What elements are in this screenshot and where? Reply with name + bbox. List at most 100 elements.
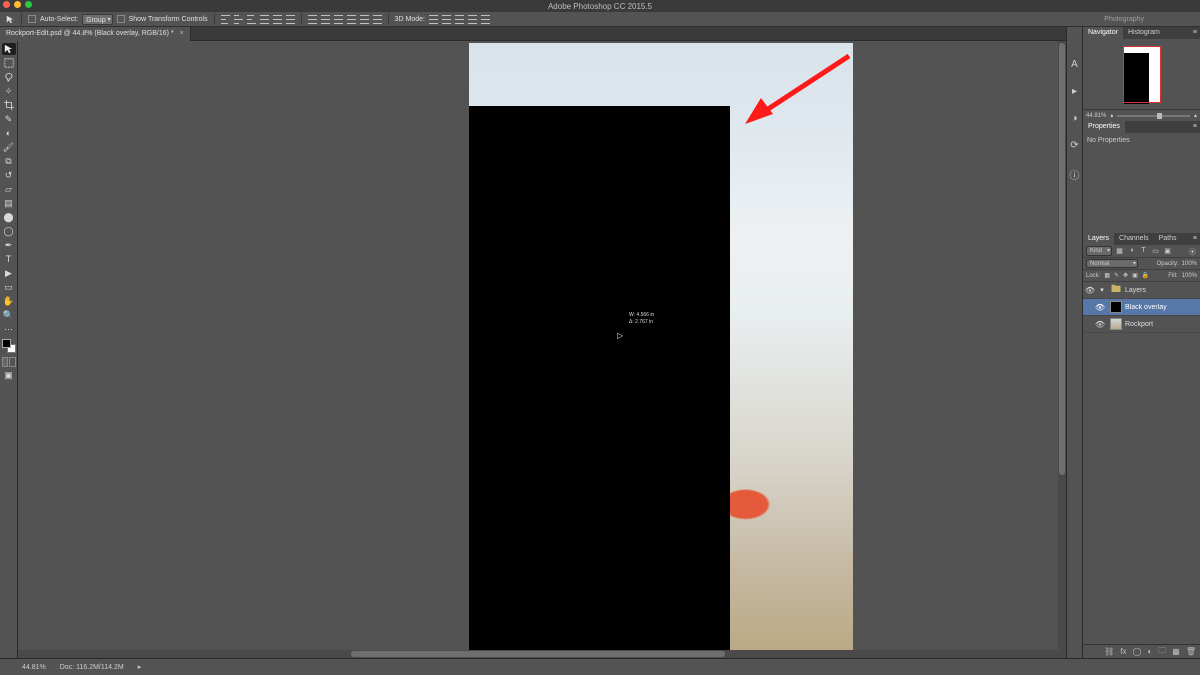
- 3d-roll-icon[interactable]: [442, 15, 451, 24]
- align-horizontal-centers-icon[interactable]: [273, 15, 282, 24]
- new-group-icon[interactable]: 🗀: [1158, 645, 1166, 659]
- 3d-slide-icon[interactable]: [468, 15, 477, 24]
- navigator-zoom-in-icon[interactable]: ▴: [1194, 112, 1197, 119]
- layer-name[interactable]: Layers: [1125, 287, 1200, 294]
- status-doc-info[interactable]: Doc: 116.2M/114.2M: [60, 664, 124, 671]
- fill-value[interactable]: 100%: [1182, 273, 1197, 279]
- vertical-scrollbar-thumb[interactable]: [1059, 43, 1065, 475]
- align-right-edges-icon[interactable]: [286, 15, 295, 24]
- history-brush-tool[interactable]: ↺: [2, 169, 16, 181]
- blend-mode-dropdown[interactable]: Normal: [1086, 259, 1138, 268]
- dodge-tool[interactable]: ◯: [2, 225, 16, 237]
- link-layers-icon[interactable]: ⛓: [1104, 647, 1114, 656]
- auto-select-mode-dropdown[interactable]: Group: [82, 14, 112, 25]
- tab-histogram[interactable]: Histogram: [1123, 27, 1165, 39]
- status-zoom[interactable]: 44.81%: [22, 664, 46, 671]
- delete-layer-icon[interactable]: 🗑: [1186, 647, 1196, 656]
- navigator-thumbnail[interactable]: [1123, 46, 1161, 103]
- minimize-window-icon[interactable]: [14, 1, 21, 8]
- eyedropper-tool[interactable]: ✎: [2, 113, 16, 125]
- adjustments-panel-icon[interactable]: ◑: [1071, 113, 1077, 124]
- new-adjustment-icon[interactable]: ◐: [1147, 647, 1152, 656]
- hand-tool[interactable]: ✋: [2, 295, 16, 307]
- filter-pixel-icon[interactable]: ▦: [1115, 247, 1124, 256]
- document-canvas[interactable]: W: 4.566 in Δ: 2.767 in ▷: [469, 43, 853, 650]
- layer-name[interactable]: Black overlay: [1125, 304, 1200, 311]
- auto-select-checkbox[interactable]: [28, 15, 36, 23]
- character-panel-icon[interactable]: A: [1071, 59, 1078, 70]
- layer-row-black-overlay[interactable]: 👁 Black overlay: [1083, 299, 1200, 316]
- edit-toolbar-icon[interactable]: ⋯: [2, 323, 16, 335]
- history-panel-icon[interactable]: ⟳: [1070, 140, 1078, 151]
- navigator-zoom-slider[interactable]: [1117, 115, 1190, 117]
- lock-position-icon[interactable]: ✥: [1123, 272, 1128, 279]
- navigator-body[interactable]: [1083, 39, 1200, 109]
- align-left-edges-icon[interactable]: [260, 15, 269, 24]
- rectangular-marquee-tool[interactable]: [2, 57, 16, 69]
- screen-mode-icon[interactable]: ▣: [2, 369, 16, 381]
- magic-wand-tool[interactable]: ✧: [2, 85, 16, 97]
- rectangle-tool[interactable]: ▭: [2, 281, 16, 293]
- crop-tool[interactable]: [2, 99, 16, 111]
- tab-channels[interactable]: Channels: [1114, 233, 1154, 245]
- filter-type-icon[interactable]: T: [1139, 247, 1148, 256]
- move-tool[interactable]: [2, 43, 16, 55]
- filter-toggle-icon[interactable]: ⦿: [1188, 247, 1197, 256]
- vertical-scrollbar[interactable]: [1058, 41, 1066, 658]
- actions-panel-icon[interactable]: ▸: [1072, 86, 1077, 97]
- align-vertical-centers-icon[interactable]: [234, 15, 243, 24]
- distribute-left-icon[interactable]: [347, 15, 356, 24]
- lock-pixels-icon[interactable]: ✎: [1114, 272, 1119, 279]
- navigator-panel-menu-icon[interactable]: ≡: [1188, 27, 1200, 39]
- show-transform-controls-checkbox[interactable]: [117, 15, 125, 23]
- quick-mask-toggle[interactable]: [2, 357, 16, 367]
- close-window-icon[interactable]: [3, 1, 10, 8]
- visibility-toggle-icon[interactable]: 👁: [1083, 286, 1097, 295]
- properties-panel-menu-icon[interactable]: ≡: [1188, 121, 1200, 133]
- lock-all-icon[interactable]: 🔒: [1142, 272, 1149, 279]
- tab-layers[interactable]: Layers: [1083, 233, 1114, 245]
- canvas-area[interactable]: W: 4.566 in Δ: 2.767 in ▷: [18, 41, 1066, 658]
- layers-panel-menu-icon[interactable]: ≡: [1188, 233, 1200, 245]
- brush-tool[interactable]: 🖌: [2, 141, 16, 153]
- visibility-toggle-icon[interactable]: 👁: [1093, 320, 1107, 329]
- layer-row-rockport[interactable]: 👁 Rockport: [1083, 316, 1200, 333]
- group-disclosure-icon[interactable]: ▾: [1097, 286, 1107, 294]
- navigator-zoom-out-icon[interactable]: ▴: [1110, 112, 1113, 119]
- distribute-vcenter-icon[interactable]: [321, 15, 330, 24]
- tab-navigator[interactable]: Navigator: [1083, 27, 1123, 39]
- gradient-tool[interactable]: ▤: [2, 197, 16, 209]
- close-tab-icon[interactable]: ×: [180, 30, 184, 37]
- align-bottom-edges-icon[interactable]: [247, 15, 256, 24]
- add-mask-icon[interactable]: ◯: [1132, 647, 1141, 656]
- status-popup-icon[interactable]: ▸: [138, 663, 142, 671]
- 3d-orbit-icon[interactable]: [429, 15, 438, 24]
- filter-adjust-icon[interactable]: ◑: [1127, 247, 1136, 256]
- info-panel-icon[interactable]: ⓘ: [1070, 167, 1080, 182]
- layer-thumbnail[interactable]: [1110, 301, 1122, 313]
- visibility-toggle-icon[interactable]: 👁: [1093, 303, 1107, 312]
- spot-healing-brush-tool[interactable]: ◐: [2, 127, 16, 139]
- distribute-hcenter-icon[interactable]: [360, 15, 369, 24]
- blur-tool[interactable]: ⬤: [2, 211, 16, 223]
- 3d-zoom-icon[interactable]: [481, 15, 490, 24]
- zoom-window-icon[interactable]: [25, 1, 32, 8]
- foreground-color-swatch[interactable]: [2, 339, 11, 348]
- lock-transparent-icon[interactable]: ▦: [1104, 272, 1110, 279]
- distribute-bottom-icon[interactable]: [334, 15, 343, 24]
- new-layer-icon[interactable]: ▦: [1172, 647, 1180, 656]
- lock-artboard-icon[interactable]: ▣: [1132, 272, 1138, 279]
- opacity-value[interactable]: 100%: [1182, 261, 1197, 267]
- zoom-tool[interactable]: 🔍: [2, 309, 16, 321]
- filter-shape-icon[interactable]: ▭: [1151, 247, 1160, 256]
- lasso-tool[interactable]: [2, 71, 16, 83]
- filter-smart-icon[interactable]: ▣: [1163, 247, 1172, 256]
- path-selection-tool[interactable]: ▶: [2, 267, 16, 279]
- layer-filter-kind-dropdown[interactable]: Kind: [1086, 246, 1112, 256]
- black-overlay-layer[interactable]: [469, 106, 730, 653]
- clone-stamp-tool[interactable]: ⧉: [2, 155, 16, 167]
- navigator-zoom-value[interactable]: 44.81%: [1086, 113, 1106, 119]
- type-tool[interactable]: T: [2, 253, 16, 265]
- tab-paths[interactable]: Paths: [1154, 233, 1182, 245]
- 3d-pan-icon[interactable]: [455, 15, 464, 24]
